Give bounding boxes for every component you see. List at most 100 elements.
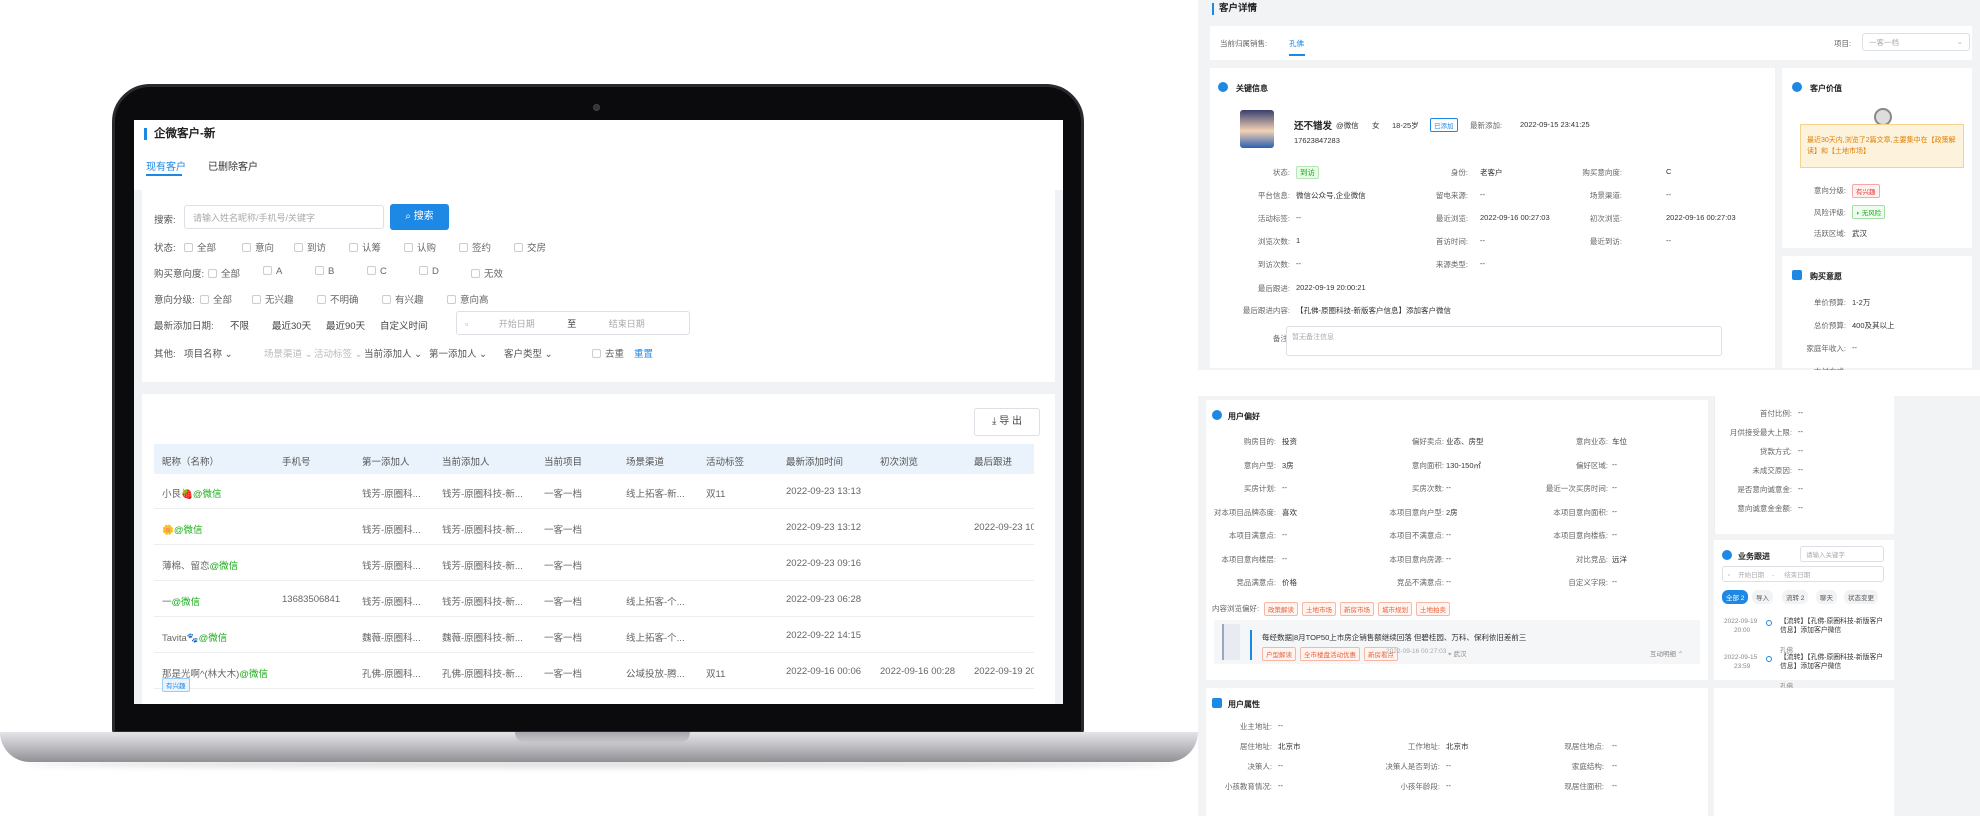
filter-option-grade_options-1[interactable]: 无兴趣	[252, 292, 294, 306]
content-tag: 城市规划	[1378, 602, 1412, 616]
date-option-2[interactable]: 最近90天	[326, 318, 365, 332]
pref-label: 偏好区域:	[1575, 460, 1608, 470]
follow-chip-1[interactable]: 导入	[1752, 590, 1773, 604]
intent-more-value: --	[1798, 427, 1803, 436]
dedupe-checkbox[interactable]: 去重	[592, 346, 624, 360]
pref-value: 3房	[1282, 460, 1294, 470]
select-2[interactable]: 活动标签 ⌄	[314, 346, 363, 360]
filter-option-intent_options-4[interactable]: D	[419, 266, 439, 277]
pref-label: 竞品满意点:	[1236, 578, 1276, 587]
follow-search-input[interactable]: 请输入关键字	[1800, 546, 1884, 562]
last-follow-value: 2022-09-19 20:00:21	[1296, 283, 1366, 292]
follow-chip-4[interactable]: 状态变更	[1844, 590, 1878, 604]
date-option-0[interactable]: 不限	[230, 318, 249, 332]
intent-more-label: 是否意向诚意金:	[1737, 485, 1792, 494]
search-button[interactable]: ⌕ 搜索	[390, 204, 449, 230]
follow-chip-2[interactable]: 流转 2	[1782, 590, 1809, 604]
column-header-1[interactable]: 手机号	[282, 454, 311, 468]
cell-first: 魏薇-原圈科...	[362, 633, 421, 644]
filter-option-status_options-3[interactable]: 认筹	[349, 240, 381, 254]
filter-option-intent_options-5[interactable]: 无效	[471, 266, 503, 280]
date-range-input[interactable]: ▫ 开始日期 至 结束日期	[456, 311, 690, 335]
follow-date-range[interactable]: ▫ 开始日期 - 结束日期	[1722, 566, 1884, 582]
checkbox-icon	[252, 295, 261, 304]
content-tag: 新房市场	[1340, 602, 1374, 616]
attr-value: --	[1446, 781, 1451, 790]
owner-label: 当前归属销售:	[1220, 39, 1268, 48]
search-input[interactable]: 请输入姓名昵称/手机号/关键字	[184, 205, 384, 229]
tab-deleted[interactable]: 已删除客户	[208, 158, 258, 173]
attr-label: 工作地址:	[1407, 742, 1440, 751]
column-header-5[interactable]: 场景渠道	[626, 454, 664, 468]
column-header-6[interactable]: 活动标签	[706, 454, 744, 468]
checkbox-icon	[471, 269, 480, 278]
filter-option-intent_options-3[interactable]: C	[367, 266, 387, 277]
remark-label: 备注:	[1272, 334, 1290, 343]
filter-option-grade_options-3[interactable]: 有兴趣	[382, 292, 424, 306]
follow-date: 2022-09-15	[1724, 654, 1758, 661]
field-label: 最近到访:	[1589, 237, 1622, 246]
intent-more-label: 意向诚意金金额:	[1737, 504, 1792, 513]
cell-phone: 13683506841	[282, 594, 341, 605]
cell-added: 2022-09-23 13:13	[786, 486, 862, 497]
filter-option-status_options-0[interactable]: 全部	[184, 240, 216, 254]
remark-input[interactable]: 暂无备注信息	[1286, 326, 1722, 356]
attr-label: 业主地址:	[1239, 722, 1272, 731]
column-header-7[interactable]: 最新添加时间	[786, 454, 843, 468]
follow-chip-0[interactable]: 全部 2	[1722, 590, 1749, 604]
article-city: ⌖ 武汉	[1448, 651, 1467, 658]
filter-option-intent_options-0[interactable]: 全部	[208, 266, 240, 280]
pref-value: --	[1282, 530, 1287, 539]
select-4[interactable]: 第一添加人 ⌄	[429, 346, 487, 360]
filter-option-grade_options-2[interactable]: 不明确	[317, 292, 359, 306]
filter-option-grade_options-0[interactable]: 全部	[200, 292, 232, 306]
field-label: 浏览次数:	[1257, 237, 1290, 246]
column-header-4[interactable]: 当前项目	[544, 454, 582, 468]
column-header-3[interactable]: 当前添加人	[442, 454, 490, 468]
filter-option-label: A	[276, 266, 283, 277]
reset-link[interactable]: 重置	[634, 346, 653, 360]
date-option-3[interactable]: 自定义时间	[380, 318, 428, 332]
pref-label: 意向业态:	[1575, 437, 1608, 446]
column-header-0[interactable]: 昵称（名称）	[162, 454, 219, 468]
column-header-9[interactable]: 最后跟进	[974, 454, 1012, 468]
select-3[interactable]: 当前添加人 ⌄	[364, 346, 422, 360]
pref-value: 业态、房型	[1446, 437, 1484, 446]
value-icon	[1792, 82, 1802, 92]
field-label: 活动标签:	[1257, 214, 1290, 223]
owner-value[interactable]: 孔佛	[1289, 38, 1304, 49]
customer-gender: 女	[1372, 121, 1380, 130]
filter-option-status_options-5[interactable]: 签约	[459, 240, 491, 254]
export-button[interactable]: ⤓ 导 出	[974, 408, 1040, 436]
cell-channel: 线上拓客-个...	[626, 597, 685, 608]
project-select[interactable]: 一客一档 ⌄	[1862, 33, 1970, 51]
pref-label: 竞品不满意点:	[1396, 578, 1444, 587]
column-header-2[interactable]: 第一添加人	[362, 454, 410, 468]
filter-option-status_options-4[interactable]: 认购	[404, 240, 436, 254]
interaction-detail-toggle[interactable]: 互动明细 ⌃	[1650, 648, 1683, 658]
column-header-8[interactable]: 初次浏览	[880, 454, 918, 468]
filter-option-status_options-6[interactable]: 交房	[514, 240, 546, 254]
follow-chip-3[interactable]: 聊天	[1816, 590, 1837, 604]
tab-underline	[146, 174, 182, 176]
select-1[interactable]: 场景渠道 ⌄	[264, 346, 313, 360]
select-label: 当前添加人	[364, 349, 412, 360]
risk-tag: ◗ 无风险	[1852, 205, 1886, 219]
customer-nickname: 薄棉、留恋	[162, 561, 210, 572]
filter-option-status_options-1[interactable]: 意向	[242, 240, 274, 254]
filter-option-label: 全部	[221, 269, 241, 280]
filter-option-intent_options-2[interactable]: B	[315, 266, 334, 277]
filter-option-status_options-2[interactable]: 到访	[294, 240, 326, 254]
select-0[interactable]: 项目名称 ⌄	[184, 346, 233, 360]
cell-current: 钱芳-原圈科技-新...	[442, 525, 523, 536]
filter-option-intent_options-1[interactable]: A	[263, 266, 282, 277]
select-5[interactable]: 客户类型 ⌄	[504, 346, 553, 360]
filter-option-grade_options-4[interactable]: 意向高	[447, 292, 489, 306]
tab-existing[interactable]: 现有客户	[146, 158, 186, 173]
intent-more-value: --	[1798, 408, 1803, 417]
date-option-1[interactable]: 最近30天	[272, 318, 311, 332]
field-value: 1	[1296, 236, 1301, 245]
follow-user: 孔佛	[1780, 647, 1793, 654]
attr-value: 北京市	[1446, 742, 1469, 751]
page-title: 企微客户-新	[144, 128, 215, 140]
